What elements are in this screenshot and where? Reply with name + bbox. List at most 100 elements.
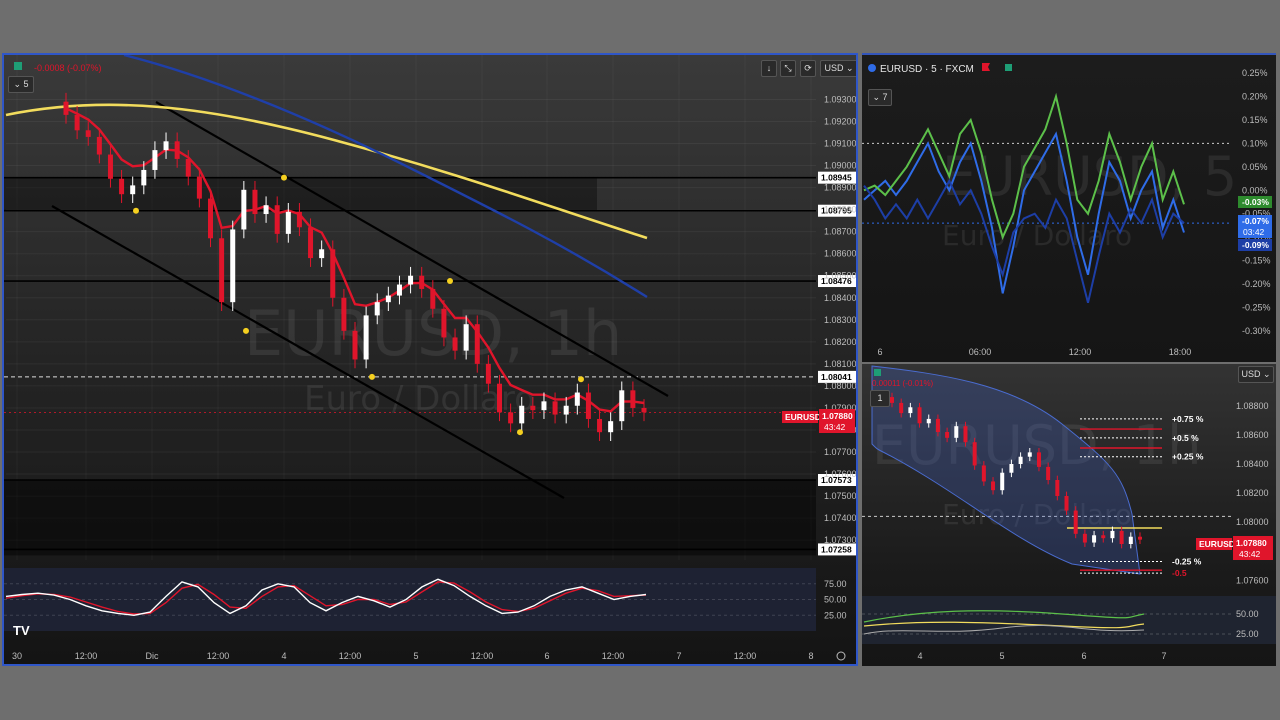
candle-body — [1046, 466, 1051, 480]
y-tick-label: 1.09100 — [824, 139, 856, 149]
y-tick-label: 0.15% — [1242, 115, 1268, 125]
x-tick-label: 5 — [999, 651, 1004, 661]
tr-title: EURUSD · 5 · FXCM — [880, 64, 974, 75]
y-tick-label: 0.00% — [1242, 185, 1268, 195]
osc-tick-label: 50.00 — [1236, 609, 1259, 619]
candle-body — [474, 324, 480, 364]
candle-body — [1128, 536, 1133, 544]
y-tick-label: 1.08300 — [824, 315, 856, 325]
x-tick-label: 4 — [917, 651, 922, 661]
y-tick-label: 1.08800 — [824, 205, 856, 215]
candle-body — [441, 308, 447, 338]
candle-body — [954, 426, 959, 438]
tradingview-logo: TV — [13, 623, 30, 638]
y-tick-label: 1.07400 — [824, 513, 856, 523]
x-tick-label: Dic — [146, 651, 159, 661]
candle-body — [541, 401, 547, 411]
main-interval-badge[interactable]: ⌄ 5 — [8, 76, 34, 93]
y-tick-label: 1.08600 — [1236, 430, 1269, 440]
candle-body — [1055, 480, 1060, 496]
x-tick-label: 12:00 — [207, 651, 230, 661]
y-tick-label: 1.07600 — [1236, 575, 1269, 585]
bottom-right-chart-canvas[interactable]: EURUSD, 1h Euro / Dollaro +0.75 %+0.5 %+… — [862, 364, 1276, 666]
collapse-icon[interactable]: ⤡ — [780, 60, 796, 77]
candle-body — [141, 169, 147, 186]
candle-body — [119, 178, 125, 195]
candle-body — [1027, 452, 1032, 457]
candle-body — [163, 141, 169, 151]
candle-body — [174, 141, 180, 159]
candle-body — [1036, 452, 1041, 467]
y-tick-label: -0.25% — [1242, 302, 1271, 312]
pivot-dot — [517, 429, 523, 436]
br-currency-button[interactable]: USD ⌄ — [1238, 366, 1274, 383]
maximize-icon[interactable]: ⟳ — [800, 60, 816, 77]
candle-body — [630, 390, 636, 408]
level-label: +0.75 % — [1172, 414, 1204, 424]
candle-body — [396, 284, 402, 296]
candle-body — [917, 407, 922, 424]
candle-body — [1082, 533, 1087, 543]
settings-gear-icon[interactable] — [836, 651, 846, 661]
pivot-dot — [133, 207, 139, 214]
candle-body — [1119, 530, 1124, 544]
candle-body — [552, 401, 558, 415]
ma-yellow-line — [5, 103, 648, 240]
y-tick-label: 1.07600 — [824, 469, 856, 479]
pivot-dot — [281, 174, 287, 181]
candle-body — [641, 407, 647, 413]
top-right-chart-canvas[interactable]: EURUSD, 5 Euro / Dollaro 0.25%0.20%0.15%… — [862, 55, 1276, 362]
candle-body — [374, 302, 380, 316]
candle-body — [1000, 472, 1005, 491]
candle-body — [563, 405, 569, 415]
y-tick-label: 1.08700 — [824, 227, 856, 237]
y-tick-label: 1.08800 — [1236, 401, 1269, 411]
br-indicator-dot — [874, 369, 881, 376]
supply-zone — [4, 177, 597, 211]
candle-body — [363, 315, 369, 360]
y-tick-label: 1.08400 — [824, 293, 856, 303]
y-tick-label: -0.15% — [1242, 256, 1271, 266]
candle-body — [230, 229, 236, 303]
candle-body — [1073, 510, 1078, 534]
main-interval-value: 5 — [23, 79, 29, 89]
x-tick-label: 7 — [1161, 651, 1166, 661]
candle-body — [419, 275, 425, 289]
tr-dark-blue-label: -0.09% — [1242, 240, 1269, 250]
candle-body — [945, 432, 950, 438]
pivot-dot — [578, 376, 584, 383]
main-chart-canvas[interactable]: EURUSD, 1h Euro / Dollaro 1.089451.08795… — [4, 55, 856, 664]
stoch-tick-label: 75.00 — [824, 579, 847, 589]
top-right-chart-panel[interactable]: EURUSD, 5 Euro / Dollaro 0.25% 0.20% 0.15%… — [862, 53, 1276, 362]
candle-body — [1018, 456, 1023, 464]
scroll-down-icon[interactable]: ↓ — [761, 60, 777, 77]
pivot-dot — [369, 373, 375, 380]
candle-body — [408, 275, 414, 285]
main-chart-panel[interactable]: EURUSD, 1h Euro / Dollaro 1.08945 1.08795… — [2, 53, 858, 666]
y-tick-label: 0.25% — [1242, 68, 1268, 78]
y-tick-label: 1.09300 — [824, 94, 856, 104]
y-tick-label: 1.08500 — [824, 271, 856, 281]
level-label: +0.25 % — [1172, 452, 1204, 462]
candle-body — [285, 211, 291, 234]
candle-body — [385, 295, 391, 303]
level-label: -0.25 % — [1172, 556, 1202, 566]
candle-body — [497, 383, 502, 413]
x-tick-label: 06:00 — [969, 347, 992, 357]
main-indicator-value: -0.0008 (-0.07%) — [34, 63, 102, 73]
y-tick-label: 1.09000 — [824, 161, 856, 171]
main-currency-button[interactable]: USD ⌄ — [820, 60, 856, 77]
y-tick-label: 1.08200 — [824, 337, 856, 347]
candle-body — [899, 402, 904, 414]
candle-body — [608, 421, 614, 433]
y-tick-label: 1.08400 — [1236, 459, 1269, 469]
br-interval-badge[interactable]: 1 — [870, 390, 890, 407]
candle-body — [452, 337, 458, 351]
candle-body — [308, 227, 314, 259]
candle-body — [330, 249, 336, 298]
tr-interval-badge[interactable]: ⌄ 7 — [868, 89, 892, 106]
y-tick-label: 1.07500 — [824, 491, 856, 501]
y-tick-label: 0.05% — [1242, 162, 1268, 172]
pivot-dot — [447, 278, 453, 285]
bottom-right-chart-panel[interactable]: EURUSD, 1h Euro / Dollaro +0.75 %+0.5 %+… — [862, 364, 1276, 666]
